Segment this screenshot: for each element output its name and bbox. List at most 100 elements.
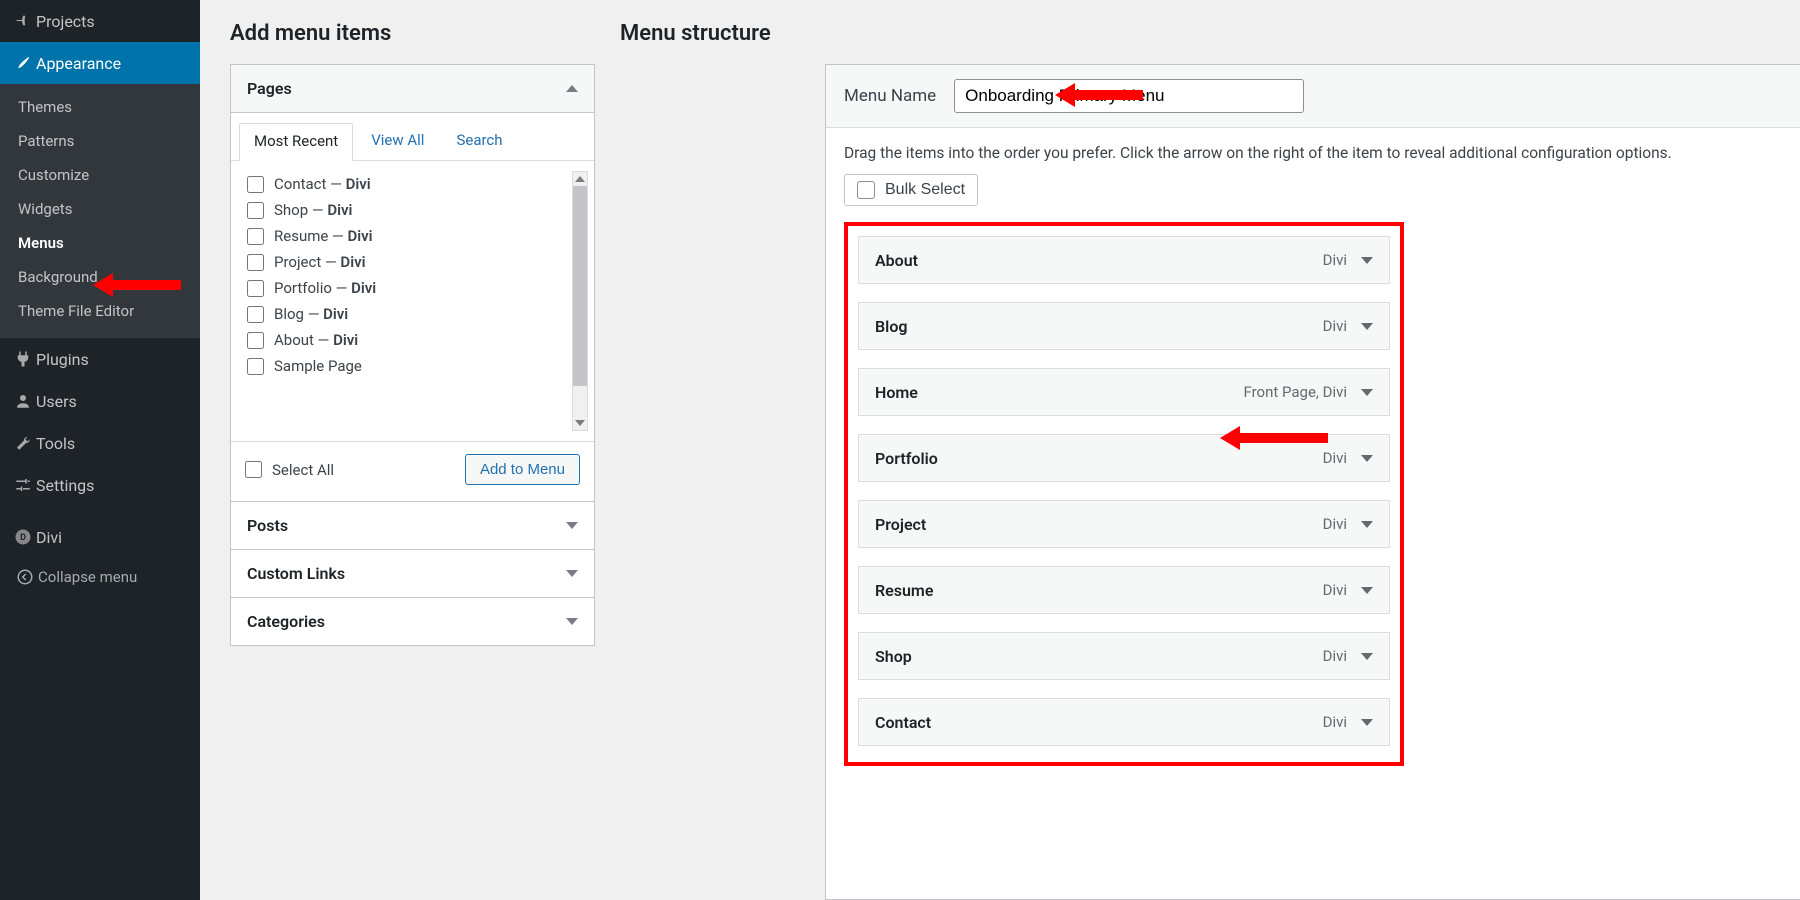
menu-item-type: Divi <box>1323 251 1347 269</box>
scroll-thumb[interactable] <box>573 186 587 386</box>
sidebar-item-plugins[interactable]: Plugins <box>0 338 200 380</box>
scrollbar[interactable] <box>572 171 588 431</box>
menu-item-type: Front Page, Divi <box>1244 383 1348 401</box>
tab-search[interactable]: Search <box>442 123 516 160</box>
submenu-item-widgets[interactable]: Widgets <box>0 192 200 226</box>
add-to-menu-button[interactable]: Add to Menu <box>465 454 580 485</box>
submenu-item-themes[interactable]: Themes <box>0 90 200 124</box>
sidebar-item-users[interactable]: Users <box>0 380 200 422</box>
select-all-checkbox[interactable]: Select All <box>245 461 334 479</box>
sidebar-item-settings[interactable]: Settings <box>0 464 200 506</box>
menu-item-type: Divi <box>1323 647 1347 665</box>
page-row-label: Shop — Divi <box>274 201 352 219</box>
plug-icon <box>10 350 36 368</box>
page-checkbox-row[interactable]: Blog — Divi <box>245 301 588 327</box>
d-icon: D <box>10 528 36 546</box>
metabox-title: Posts <box>247 516 288 535</box>
menu-item-type: Divi <box>1323 515 1347 533</box>
chevron-up-icon <box>566 85 578 92</box>
menu-item-title: Portfolio <box>875 449 938 468</box>
menu-name-input[interactable] <box>954 79 1304 113</box>
page-checkbox[interactable] <box>247 254 264 271</box>
menu-item[interactable]: BlogDivi <box>858 302 1390 350</box>
chevron-down-icon[interactable] <box>1361 389 1373 396</box>
menu-item[interactable]: Contact Divi <box>858 698 1390 746</box>
sidebar-item-projects[interactable]: Projects <box>0 0 200 42</box>
menu-item-title: Project <box>875 515 926 534</box>
chevron-down-icon <box>566 618 578 625</box>
tab-most-recent[interactable]: Most Recent <box>239 123 353 161</box>
bulk-select-button[interactable]: Bulk Select <box>844 174 978 206</box>
tab-view-all[interactable]: View All <box>357 123 438 160</box>
menu-name-label: Menu Name <box>844 86 936 106</box>
menu-item-meta: Front Page, Divi <box>1244 383 1374 401</box>
page-checkbox-row[interactable]: Resume — Divi <box>245 223 588 249</box>
submenu-item-background[interactable]: Background <box>0 260 200 294</box>
chevron-down-icon[interactable] <box>1361 719 1373 726</box>
submenu-item-theme-file-editor[interactable]: Theme File Editor <box>0 294 200 328</box>
menu-item-title: Contact <box>875 713 931 732</box>
checkbox-icon <box>857 181 875 199</box>
page-checkbox[interactable] <box>247 176 264 193</box>
page-checkbox[interactable] <box>247 332 264 349</box>
chevron-down-icon[interactable] <box>1361 653 1373 660</box>
page-checkbox-row[interactable]: Sample Page <box>245 353 588 379</box>
custom-links-metabox-toggle[interactable]: Custom Links <box>231 550 594 597</box>
add-items-heading: Add menu items <box>230 21 620 56</box>
sidebar-item-label: Appearance <box>36 54 121 73</box>
chevron-down-icon[interactable] <box>1361 521 1373 528</box>
menu-item[interactable]: Project Divi <box>858 500 1390 548</box>
chevron-down-icon[interactable] <box>1361 257 1373 264</box>
menu-structure-panel: Menu Name Drag the items into the order … <box>825 64 1800 900</box>
page-checkbox-row[interactable]: Shop — Divi <box>245 197 588 223</box>
sidebar-item-label: Divi <box>36 528 62 547</box>
collapse-menu-button[interactable]: Collapse menu <box>0 558 200 596</box>
chevron-down-icon[interactable] <box>1361 323 1373 330</box>
select-all-input[interactable] <box>245 461 262 478</box>
menu-structure-heading: Menu structure <box>620 21 1800 56</box>
pages-checklist: Contact — Divi Shop — Divi Resume — DiviPr… <box>245 171 588 431</box>
sidebar-item-divi[interactable]: D Divi <box>0 516 200 558</box>
menu-item[interactable]: ShopDivi <box>858 632 1390 680</box>
main-area: Add menu items Menu structure Pages Most… <box>200 0 1800 900</box>
scroll-down-icon[interactable] <box>573 416 587 430</box>
page-checkbox-row[interactable]: Portfolio — Divi <box>245 275 588 301</box>
pages-metabox-toggle[interactable]: Pages <box>231 65 594 113</box>
menu-item-meta: Divi <box>1323 317 1373 335</box>
posts-metabox-toggle[interactable]: Posts <box>231 502 594 549</box>
chevron-down-icon[interactable] <box>1361 455 1373 462</box>
page-checkbox-row[interactable]: About — Divi <box>245 327 588 353</box>
menu-item[interactable]: HomeFront Page, Divi <box>858 368 1390 416</box>
page-checkbox[interactable] <box>247 280 264 297</box>
categories-metabox-toggle[interactable]: Categories <box>231 598 594 645</box>
page-checkbox[interactable] <box>247 306 264 323</box>
chevron-down-icon <box>566 522 578 529</box>
sidebar-item-tools[interactable]: Tools <box>0 422 200 464</box>
page-checkbox[interactable] <box>247 202 264 219</box>
pages-metabox: Pages Most Recent View All Search Contac… <box>230 64 595 502</box>
page-row-label: Blog — Divi <box>274 305 348 323</box>
menu-item[interactable]: Portfolio Divi <box>858 434 1390 482</box>
page-checkbox[interactable] <box>247 358 264 375</box>
sidebar-item-label: Users <box>36 392 77 411</box>
menu-item-meta: Divi <box>1323 713 1373 731</box>
instruction-text: Drag the items into the order you prefer… <box>826 128 1800 166</box>
page-row-label: Portfolio — Divi <box>274 279 376 297</box>
metabox-title: Custom Links <box>247 564 345 583</box>
page-checkbox-row[interactable]: Contact — Divi <box>245 171 588 197</box>
menu-item[interactable]: ResumeDivi <box>858 566 1390 614</box>
submenu-item-menus[interactable]: Menus <box>0 226 200 260</box>
scroll-up-icon[interactable] <box>573 172 587 186</box>
sidebar-item-appearance[interactable]: Appearance <box>0 42 200 84</box>
page-checkbox[interactable] <box>247 228 264 245</box>
menu-item-type: Divi <box>1323 449 1347 467</box>
submenu-item-customize[interactable]: Customize <box>0 158 200 192</box>
menu-item[interactable]: AboutDivi <box>858 236 1390 284</box>
page-row-label: Contact — Divi <box>274 175 371 193</box>
submenu-item-patterns[interactable]: Patterns <box>0 124 200 158</box>
sidebar-item-label: Projects <box>36 12 95 31</box>
pin-icon <box>10 12 36 30</box>
chevron-down-icon <box>566 570 578 577</box>
chevron-down-icon[interactable] <box>1361 587 1373 594</box>
page-checkbox-row[interactable]: Project — Divi <box>245 249 588 275</box>
